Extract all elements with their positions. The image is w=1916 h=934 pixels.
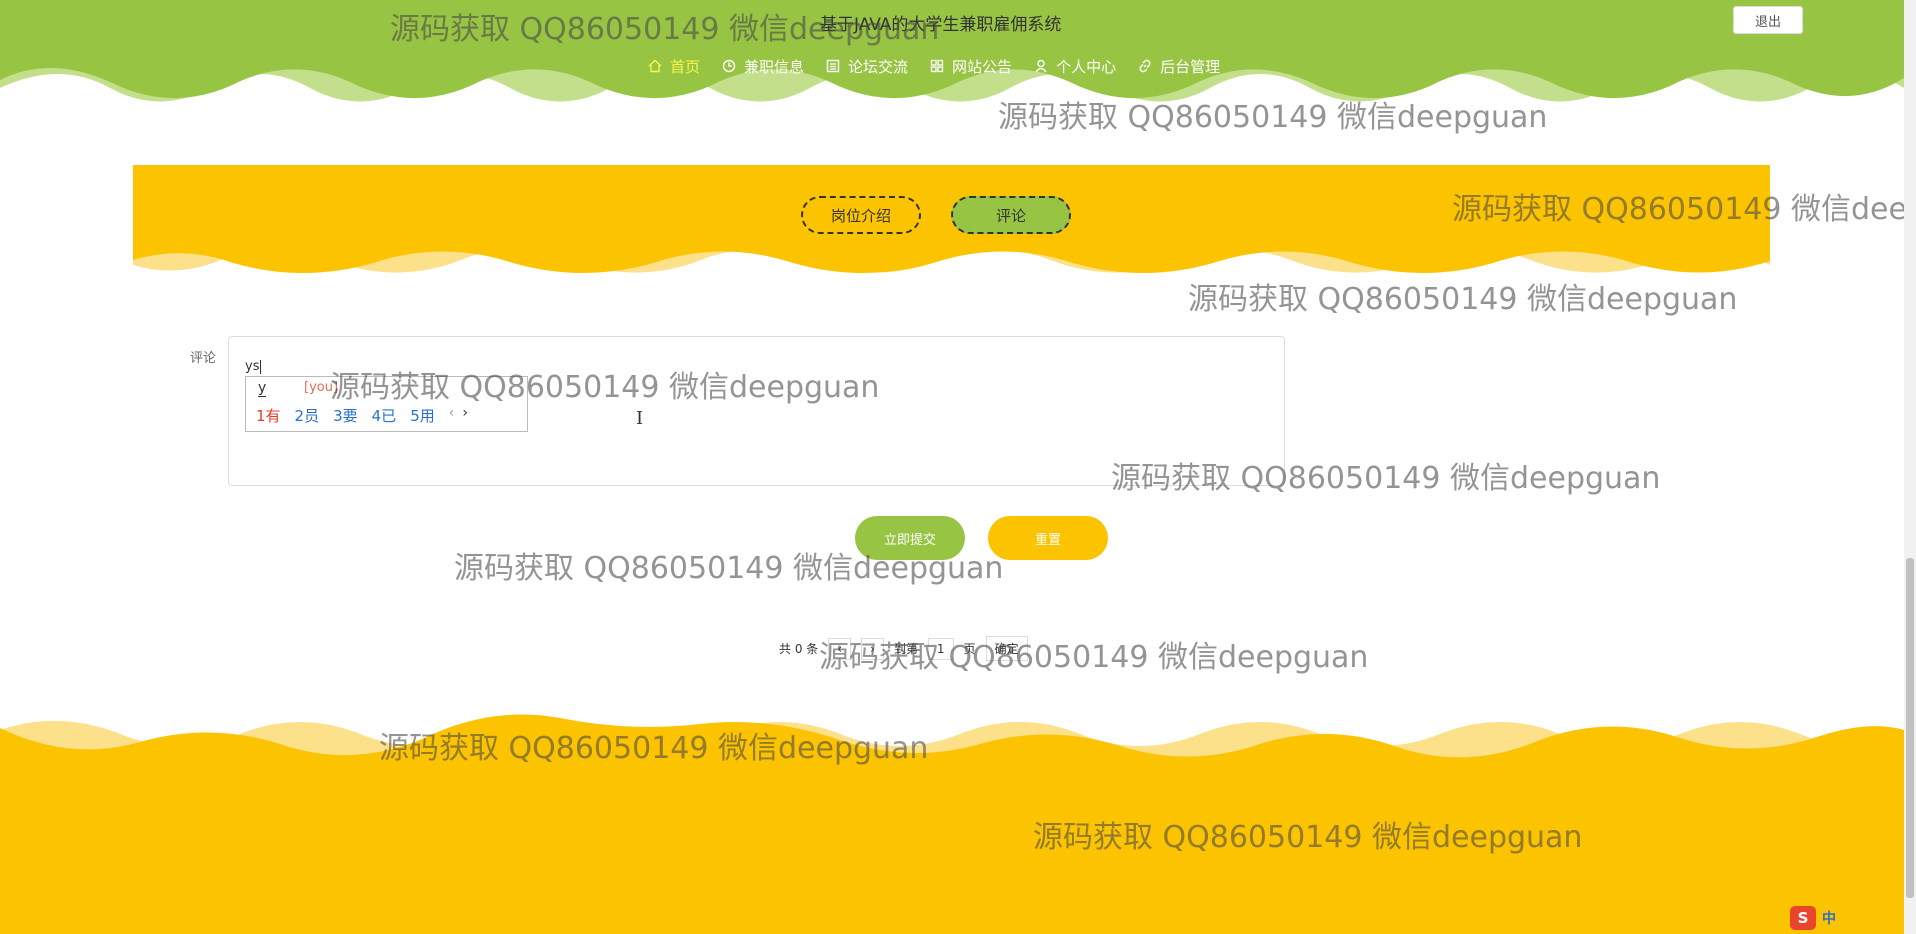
nav-profile[interactable]: 个人中心: [1034, 56, 1116, 77]
nav-admin-label: 后台管理: [1160, 57, 1221, 76]
ime-candidate-1[interactable]: 1有: [256, 405, 281, 426]
sogou-ime-icon[interactable]: S: [1790, 906, 1816, 930]
pager-total: 共 0 条: [779, 642, 819, 656]
nav-notice[interactable]: 网站公告: [930, 56, 1012, 77]
main-nav: 首页 兼职信息 论坛交流 网站公告 个人中心 后台管理: [648, 54, 1220, 78]
nav-jobs-label: 兼职信息: [744, 57, 805, 76]
nav-forum[interactable]: 论坛交流: [826, 56, 908, 77]
grid-icon: [930, 59, 944, 73]
ime-candidate-5[interactable]: 5用: [410, 405, 435, 426]
clock-icon: [722, 59, 736, 73]
text-cursor-icon: I: [636, 408, 644, 429]
logout-button[interactable]: 退出: [1733, 6, 1803, 34]
footer-wave-band: [0, 714, 1904, 934]
ime-candidate-4[interactable]: 4已: [372, 405, 397, 426]
user-icon: [1035, 59, 1047, 73]
ime-next-page-icon[interactable]: ›: [462, 405, 468, 426]
link-icon: [1139, 59, 1151, 73]
ime-candidate-popup: y [you] 1有 2员 3要 4已 5用 ‹ ›: [245, 376, 528, 432]
site-title: 基于JAVA的大学生兼职雇佣系统: [820, 15, 1062, 35]
submit-button[interactable]: 立即提交: [855, 516, 965, 560]
ime-tray: S 中: [1790, 906, 1836, 930]
ime-lang-indicator[interactable]: 中: [1822, 908, 1836, 928]
home-icon: [648, 59, 662, 73]
nav-admin[interactable]: 后台管理: [1138, 56, 1220, 77]
nav-jobs[interactable]: 兼职信息: [722, 56, 804, 77]
comment-value: ys: [245, 359, 260, 374]
pagination: 共 0 条 ‹ › 到第 1 页 确定: [779, 636, 1028, 661]
ime-prev-page-icon[interactable]: ‹: [449, 405, 455, 426]
pager-prev[interactable]: ‹: [828, 637, 852, 660]
pager-next[interactable]: ›: [861, 637, 884, 660]
ime-hint: [you]: [304, 380, 339, 395]
pager-goto-label: 到第: [893, 642, 918, 656]
nav-notice-label: 网站公告: [952, 57, 1013, 76]
tabs-wave-band: [133, 165, 1770, 273]
reset-button[interactable]: 重置: [988, 516, 1108, 560]
text-caret: [260, 359, 262, 374]
pager-page-input[interactable]: 1: [927, 637, 954, 660]
page-scrollbar[interactable]: [1904, 0, 1916, 934]
ime-pinyin: y: [258, 380, 267, 397]
nav-profile-label: 个人中心: [1056, 57, 1117, 76]
pager-page-unit: 页: [963, 642, 976, 656]
nav-home-label: 首页: [670, 57, 701, 76]
tab-job-intro[interactable]: 岗位介绍: [801, 196, 921, 234]
ime-candidate-2[interactable]: 2员: [295, 405, 320, 426]
pager-confirm-button[interactable]: 确定: [985, 636, 1028, 661]
nav-home[interactable]: 首页: [648, 56, 700, 77]
scrollbar-thumb[interactable]: [1906, 558, 1914, 898]
ime-candidate-3[interactable]: 3要: [333, 405, 358, 426]
nav-forum-label: 论坛交流: [848, 57, 909, 76]
comment-label: 评论: [190, 351, 217, 366]
tab-comment[interactable]: 评论: [951, 196, 1071, 234]
list-icon: [826, 59, 840, 73]
